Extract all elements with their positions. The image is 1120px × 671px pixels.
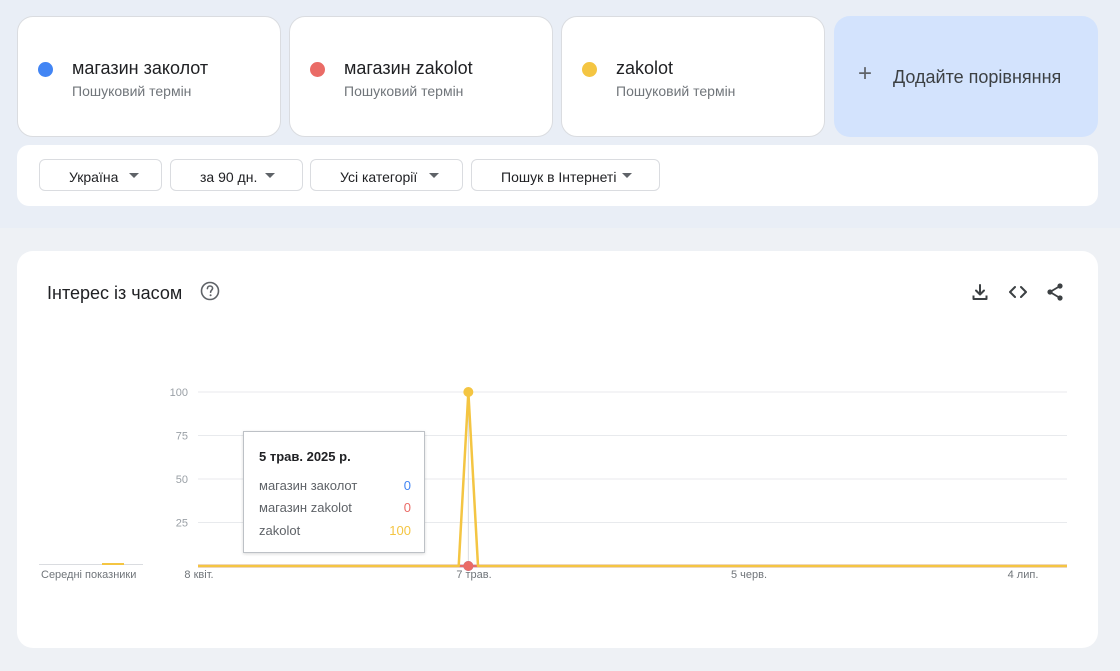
term-card-1[interactable]: магазин заколот Пошуковий термін [17,16,281,137]
term-color-dot [582,62,597,77]
term-color-dot [38,62,53,77]
interest-line-chart[interactable]: 25 50 75 100 8 квіт. 7 трав. 5 черв. 4 лип. [17,251,1098,648]
caret-down-icon [265,173,275,178]
filters-bar: Україна за 90 дн. Усі категорії Пошук в … [17,145,1098,206]
y-tick-label: 25 [176,518,188,530]
y-tick-label: 75 [176,431,188,443]
term-name: zakolot [616,58,674,78]
highlight-marker-2 [463,561,474,571]
highlight-marker-3 [463,387,474,397]
y-tick-label: 100 [170,387,188,399]
caret-down-icon [622,173,632,178]
add-comparison-label: Додайте порівняння [893,67,1062,87]
caret-down-icon [429,173,439,178]
term-card-2[interactable]: магазин zakolot Пошуковий термін [289,16,553,137]
caret-down-icon [129,173,139,178]
term-subtitle: Пошуковий термін [616,83,736,99]
search-terms-row: магазин заколот Пошуковий термін магазин… [17,16,1098,137]
term-card-3[interactable]: zakolot Пошуковий термін [561,16,825,137]
term-name: магазин заколот [72,58,209,78]
tooltip-row: магазин zakolot 0 [259,500,411,515]
add-comparison-button[interactable]: + Додайте порівняння [834,16,1098,137]
tooltip-term: магазин zakolot [259,500,352,515]
filter-period[interactable]: за 90 дн. [170,159,303,191]
filter-region[interactable]: Україна [39,159,162,191]
x-tick-label: 4 лип. [1008,569,1039,581]
tooltip-value: 100 [389,523,411,538]
tooltip-date: 5 трав. 2025 р. [259,449,351,464]
y-tick-label: 50 [176,474,188,486]
filter-search-type[interactable]: Пошук в Інтернеті [471,159,660,191]
filter-label: Усі категорії [340,169,418,185]
interest-over-time-card: Інтерес із часом Середні показники 25 50 7… [17,251,1098,648]
tooltip-row: магазин заколот 0 [259,478,411,493]
x-tick-label: 7 трав. [456,569,491,581]
x-tick-label: 8 квіт. [184,569,213,581]
x-tick-label: 5 черв. [731,569,767,581]
tooltip-term: zakolot [259,523,301,538]
tooltip-value: 0 [403,500,411,515]
filter-category[interactable]: Усі категорії [310,159,463,191]
term-name: магазин zakolot [344,58,473,78]
tooltip-term: магазин заколот [259,478,358,493]
filter-label: Пошук в Інтернеті [501,169,617,185]
filter-label: за 90 дн. [200,169,258,185]
chart-tooltip: 5 трав. 2025 р. магазин заколот 0 магази… [243,431,425,553]
term-subtitle: Пошуковий термін [72,83,192,99]
plus-icon: + [858,60,873,87]
tooltip-row: zakolot 100 [259,523,411,538]
filter-label: Україна [69,169,119,185]
tooltip-value: 0 [403,478,411,493]
term-subtitle: Пошуковий термін [344,83,464,99]
term-color-dot [310,62,325,77]
